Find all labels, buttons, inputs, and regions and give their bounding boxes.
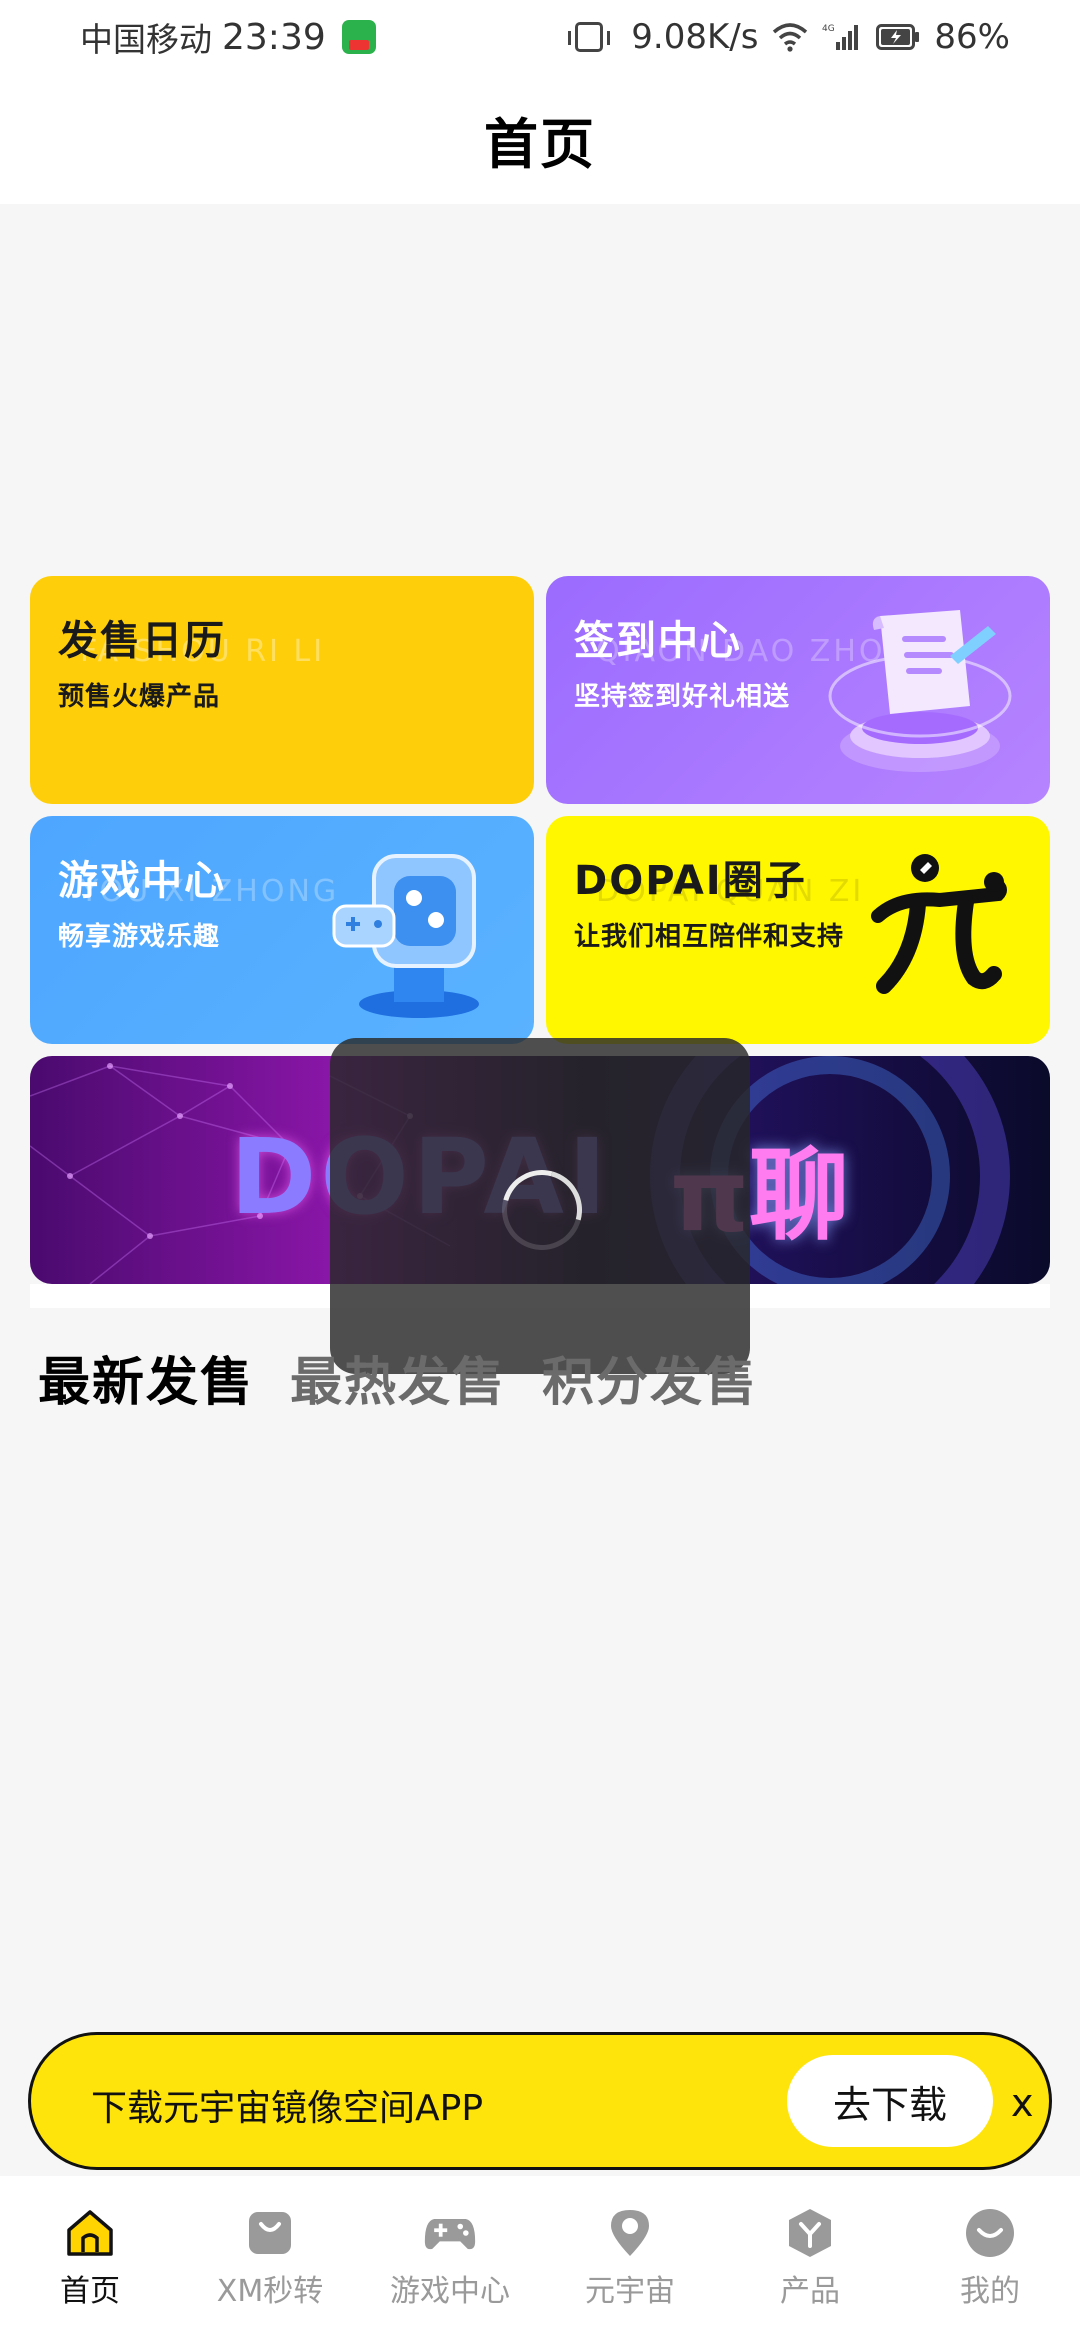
vibrate-icon (568, 22, 611, 52)
signal-icon: 4G (822, 22, 862, 52)
download-button[interactable]: 去下载 (787, 2055, 993, 2147)
pi-logo-icon (870, 846, 1010, 1016)
download-app-bar: 下载元宇宙镜像空间APP 去下载 x (28, 2032, 1052, 2170)
download-prompt: 下载元宇宙镜像空间APP (91, 2088, 484, 2129)
nav-item-products[interactable]: 产品 (720, 2176, 900, 2340)
page-title: 首页 (484, 112, 596, 176)
bag-icon (243, 2206, 297, 2260)
battery-level: 86% (934, 17, 1010, 57)
card-subtitle: 预售火爆产品 (58, 682, 221, 712)
nav-label: 首页 (60, 2274, 120, 2309)
location-pin-icon (603, 2206, 657, 2260)
app-header: 首页 (0, 74, 1080, 204)
card-subtitle: 坚持签到好礼相送 (574, 682, 791, 712)
game-center-card[interactable]: YOU XI ZHONG 游戏中心 畅享游戏乐趣 (30, 816, 534, 1044)
checkin-center-card[interactable]: QIAON DAO ZHO 签到中心 坚持签到好礼相送 (546, 576, 1050, 804)
nav-label: XM秒转 (216, 2274, 324, 2309)
battery-icon (876, 24, 920, 50)
notification-app-icon (341, 20, 376, 54)
sales-tabs: 最新发售 最热发售 积分发售 (38, 1340, 758, 1415)
status-left: 中国移动 23:39 (80, 13, 376, 61)
card-title: 签到中心 (574, 618, 742, 664)
close-icon[interactable]: x (1011, 2081, 1034, 2125)
sales-calendar-card[interactable]: FA SHOU RI LI 发售日历 预售火爆产品 (30, 576, 534, 804)
status-right: 9.08K/s 4G 86% (568, 17, 1010, 57)
smile-icon (963, 2206, 1017, 2260)
loading-overlay (330, 1038, 750, 1374)
bottom-nav: 首页 XM秒转 游戏中心 元宇宙 产品 我的 (0, 2176, 1080, 2340)
dopai-circle-card[interactable]: DOPAI QUAN ZI DOPAI圈子 让我们相互陪伴和支持 (546, 816, 1050, 1044)
network-type: 4G (822, 24, 835, 34)
banner-placeholder (0, 204, 1080, 574)
nav-item-home[interactable]: 首页 (0, 2176, 180, 2340)
card-subtitle: 畅享游戏乐趣 (58, 922, 221, 952)
home-icon (63, 2206, 117, 2260)
nav-label: 产品 (780, 2274, 840, 2309)
wifi-icon (772, 22, 808, 52)
nav-label: 我的 (960, 2274, 1020, 2309)
card-subtitle: 让我们相互陪伴和支持 (574, 922, 845, 952)
scroll-podium-illustration (820, 596, 1020, 786)
nav-item-metaverse[interactable]: 元宇宙 (540, 2176, 720, 2340)
nav-item-xm-transfer[interactable]: XM秒转 (180, 2176, 360, 2340)
nav-label: 元宇宙 (585, 2274, 675, 2309)
cube-icon (783, 2206, 837, 2260)
clock: 23:39 (222, 16, 326, 58)
loading-spinner-icon (487, 1155, 597, 1265)
net-speed: 9.08K/s (631, 17, 759, 57)
card-title: 发售日历 (58, 618, 226, 664)
nav-item-game-center[interactable]: 游戏中心 (360, 2176, 540, 2340)
nav-label: 游戏中心 (390, 2274, 510, 2309)
tab-points-sales[interactable]: 积分发售 (542, 1340, 758, 1415)
gamepad-illustration (324, 836, 494, 1026)
card-title: DOPAI圈子 (574, 858, 807, 904)
card-title: 游戏中心 (58, 858, 226, 904)
tab-hot-sales[interactable]: 最热发售 (290, 1340, 506, 1415)
tab-latest-sales[interactable]: 最新发售 (38, 1340, 254, 1415)
carrier-label: 中国移动 (80, 20, 212, 59)
nav-item-profile[interactable]: 我的 (900, 2176, 1080, 2340)
gamepad-icon (423, 2206, 477, 2260)
status-bar: 中国移动 23:39 9.08K/s 4G 86% (0, 0, 1080, 74)
